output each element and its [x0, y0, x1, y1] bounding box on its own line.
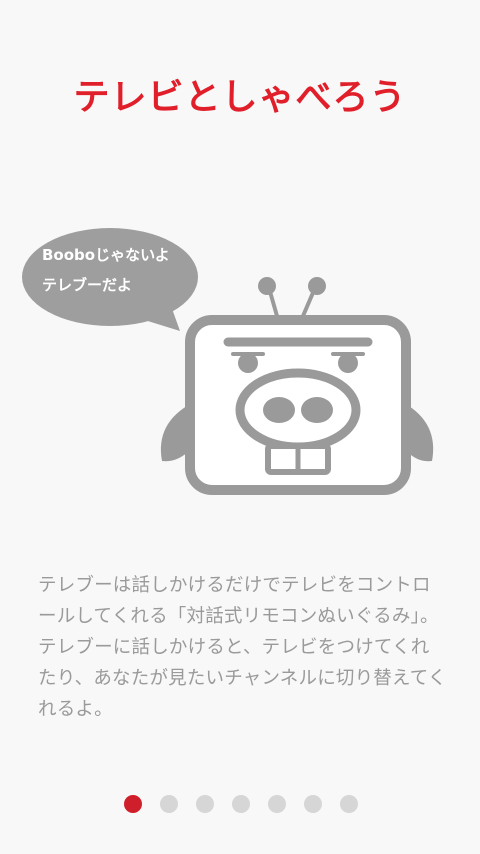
speech-bubble-line1: Booboじゃないよ — [42, 246, 170, 264]
speech-bubble-text: Booboじゃないよ テレブーだよ — [42, 240, 202, 300]
telebu-character-icon — [160, 277, 434, 495]
page-dot-7[interactable] — [340, 795, 358, 813]
page-title: テレビとしゃべろう — [73, 77, 407, 118]
page-dot-2[interactable] — [160, 795, 178, 813]
page-dot-3[interactable] — [196, 795, 214, 813]
page-dot-5[interactable] — [268, 795, 286, 813]
page-dot-1[interactable] — [124, 795, 142, 813]
page-dot-4[interactable] — [232, 795, 250, 813]
description-text: テレブーは話しかけるだけでテレビをコントロールしてくれる「対話式リモコンぬいぐる… — [38, 575, 447, 720]
page-dot-6[interactable] — [304, 795, 322, 813]
page-indicator — [124, 795, 358, 815]
speech-bubble-line2: テレブーだよ — [42, 276, 133, 294]
